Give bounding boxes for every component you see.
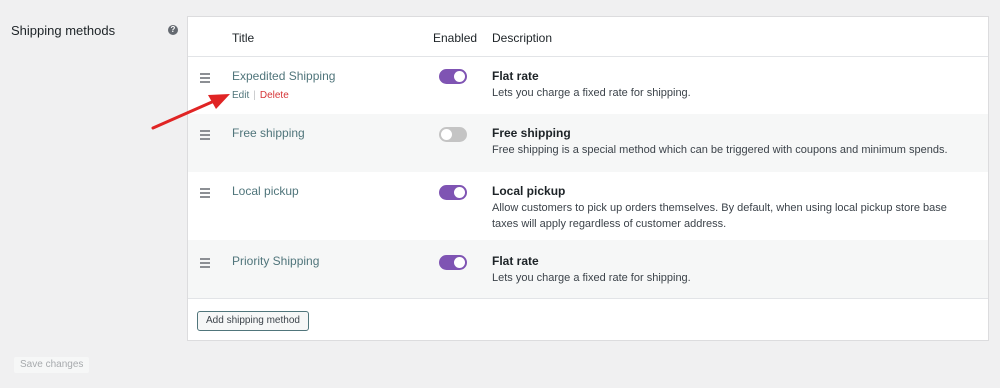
description-title: Local pickup <box>492 184 566 198</box>
shipping-methods-table: Title Enabled Description Expedited Ship… <box>187 16 989 341</box>
description-text: Allow customers to pick up orders themse… <box>492 202 947 230</box>
drag-handle-icon[interactable] <box>200 73 210 85</box>
header-title: Title <box>232 31 255 45</box>
enabled-toggle[interactable] <box>439 127 467 142</box>
table-row: Free shipping Free shipping Free shippin… <box>188 114 988 172</box>
help-icon[interactable]: ? <box>168 25 178 35</box>
save-changes-button[interactable]: Save changes <box>14 357 90 373</box>
description-text: Lets you charge a fixed rate for shippin… <box>492 272 691 284</box>
header-enabled: Enabled <box>433 31 478 45</box>
edit-link[interactable]: Edit <box>232 90 249 101</box>
table-header: Title Enabled Description <box>188 17 988 57</box>
method-title[interactable]: Local pickup <box>232 184 299 198</box>
method-title[interactable]: Priority Shipping <box>232 254 319 268</box>
table-row: Local pickup Local pickup Allow customer… <box>188 172 988 240</box>
delete-link[interactable]: Delete <box>260 90 289 101</box>
table-row: Expedited Shipping Edit | Delete Flat rate… <box>188 57 988 114</box>
enabled-toggle[interactable] <box>439 255 467 270</box>
annotation-arrow-icon <box>151 94 230 130</box>
description-text: Lets you charge a fixed rate for shippin… <box>492 87 691 99</box>
row-actions: Edit | Delete <box>232 90 289 101</box>
enabled-toggle[interactable] <box>439 69 467 84</box>
table-row: Priority Shipping Flat rate Lets you cha… <box>188 240 988 298</box>
header-description: Description <box>492 31 553 45</box>
method-title[interactable]: Free shipping <box>232 126 305 140</box>
description-title: Flat rate <box>492 69 539 83</box>
drag-handle-icon[interactable] <box>200 188 210 200</box>
divider <box>188 298 988 299</box>
enabled-toggle[interactable] <box>439 185 467 200</box>
description-title: Free shipping <box>492 126 571 140</box>
section-label: Shipping methods <box>11 23 116 38</box>
add-shipping-method-button[interactable]: Add shipping method <box>197 311 309 331</box>
method-title[interactable]: Expedited Shipping <box>232 69 335 83</box>
drag-handle-icon[interactable] <box>200 258 210 270</box>
description-text: Free shipping is a special method which … <box>492 144 948 156</box>
description-title: Flat rate <box>492 254 539 268</box>
